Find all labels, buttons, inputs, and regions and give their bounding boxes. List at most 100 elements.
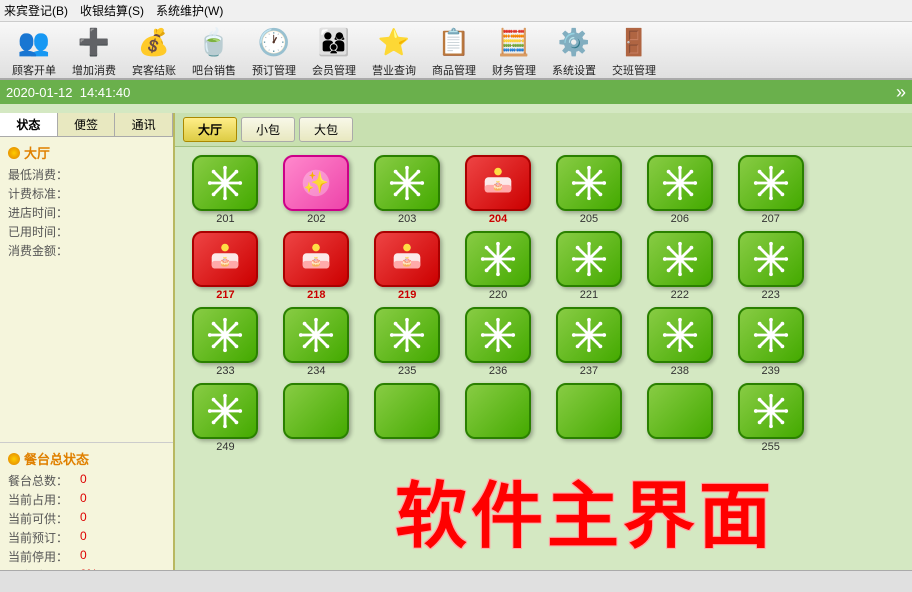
status-title: 餐台总状态 [8, 449, 165, 468]
table-cell-204[interactable]: 🎂 204 [456, 155, 541, 225]
table-cell-252[interactable] [456, 383, 541, 453]
toolbar-btn-cashier[interactable]: 💰 宾客结账 [128, 22, 180, 78]
toolbar-btn-finance[interactable]: 🧮 财务管理 [488, 22, 540, 78]
table-cell-220[interactable]: 220 [456, 231, 541, 301]
status-dot [8, 453, 20, 465]
toolbar-btn-goods[interactable]: 📋 商品管理 [428, 22, 480, 78]
table-cell-255[interactable]: 255 [728, 383, 813, 453]
table-cell-235[interactable]: 235 [365, 307, 450, 377]
used-time-row: 已用时间： [8, 223, 165, 240]
table-icon-203 [374, 155, 440, 211]
table-cell-202[interactable]: ✨ 202 [274, 155, 359, 225]
table-num-255: 255 [762, 441, 780, 453]
main-content: 大厅 小包 大包 201 ✨ [175, 113, 912, 592]
table-cell-251[interactable] [365, 383, 450, 453]
tab-notes[interactable]: 便签 [58, 113, 116, 136]
tab-comms[interactable]: 通讯 [115, 113, 173, 136]
total-tables-label: 餐台总数： [8, 472, 80, 489]
goods-label: 商品管理 [432, 62, 476, 78]
table-num-221: 221 [580, 289, 598, 301]
table-icon-221 [556, 231, 622, 287]
table-num-220: 220 [489, 289, 507, 301]
sub-tab-large[interactable]: 大包 [299, 117, 353, 142]
table-num-239: 239 [762, 365, 780, 377]
svg-text:✨: ✨ [303, 171, 329, 195]
toolbar-btn-member[interactable]: 👨‍👩‍👦 会员管理 [308, 22, 360, 78]
toolbar-btn-bar[interactable]: 🍵 吧台销售 [188, 22, 240, 78]
table-cell-207[interactable]: 207 [728, 155, 813, 225]
goods-icon: 📋 [432, 22, 476, 62]
min-consume-row: 最低消费： [8, 166, 165, 183]
table-cell-203[interactable]: 203 [365, 155, 450, 225]
table-cell-233[interactable]: 233 [183, 307, 268, 377]
finance-label: 财务管理 [492, 62, 536, 78]
table-cell-206[interactable]: 206 [637, 155, 722, 225]
table-cell-201[interactable]: 201 [183, 155, 268, 225]
menu-cashier[interactable]: 收银结算(S) [80, 2, 144, 19]
table-cell-222[interactable]: 222 [637, 231, 722, 301]
table-cell-253[interactable] [547, 383, 632, 453]
sub-tab-hall[interactable]: 大厅 [183, 117, 237, 142]
table-num-205: 205 [580, 213, 598, 225]
table-icon-205 [556, 155, 622, 211]
bottom-bar [0, 570, 912, 592]
sub-tab-small[interactable]: 小包 [241, 117, 295, 142]
table-icon-218: 🎂 [283, 231, 349, 287]
table-num-223: 223 [762, 289, 780, 301]
table-icon-236 [465, 307, 531, 363]
table-cell-217[interactable]: 🎂 217 [183, 231, 268, 301]
toolbar-btn-customer[interactable]: 👥 顾客开单 [8, 22, 60, 78]
charge-std-label: 计费标准： [8, 185, 73, 202]
menu-system[interactable]: 系统维护(W) [156, 2, 223, 19]
table-cell-237[interactable]: 237 [547, 307, 632, 377]
tab-status[interactable]: 状态 [0, 113, 58, 136]
table-icon-255 [738, 383, 804, 439]
table-num-233: 233 [216, 365, 234, 377]
table-icon-217: 🎂 [192, 231, 258, 287]
table-cell-234[interactable]: 234 [274, 307, 359, 377]
occupied-row: 当前占用： 0 [8, 491, 165, 508]
table-num-217: 217 [216, 289, 234, 301]
bar-label: 吧台销售 [192, 62, 236, 78]
bar-icon: 🍵 [192, 22, 236, 62]
table-icon-254 [647, 383, 713, 439]
table-icon-206 [647, 155, 713, 211]
table-cell-239[interactable]: 239 [728, 307, 813, 377]
table-cell-254[interactable] [637, 383, 722, 453]
table-cell-218[interactable]: 🎂 218 [274, 231, 359, 301]
table-num-207: 207 [762, 213, 780, 225]
menu-guest[interactable]: 来宾登记(B) [4, 2, 68, 19]
toolbar-btn-settings[interactable]: ⚙️ 系统设置 [548, 22, 600, 78]
table-icon-253 [556, 383, 622, 439]
settings-icon: ⚙️ [552, 22, 596, 62]
table-icon-238 [647, 307, 713, 363]
table-cell-250[interactable] [274, 383, 359, 453]
table-num-234: 234 [307, 365, 325, 377]
table-cell-223[interactable]: 223 [728, 231, 813, 301]
table-icon-233 [192, 307, 258, 363]
table-cell-219[interactable]: 🎂 219 [365, 231, 450, 301]
expand-arrow[interactable]: » [896, 82, 906, 103]
add-label: 增加消费 [72, 62, 116, 78]
toolbar-btn-add[interactable]: ➕ 增加消费 [68, 22, 120, 78]
table-cell-249[interactable]: 249 [183, 383, 268, 453]
table-icon-251 [374, 383, 440, 439]
table-cell-205[interactable]: 205 [547, 155, 632, 225]
table-icon-204: 🎂 [465, 155, 531, 211]
toolbar-btn-handover[interactable]: 🚪 交班管理 [608, 22, 660, 78]
table-cell-empty-1 [819, 231, 904, 301]
total-label: 消费金额： [8, 242, 73, 259]
toolbar-btn-booking[interactable]: 🕐 预订管理 [248, 22, 300, 78]
handover-label: 交班管理 [612, 62, 656, 78]
customer-label: 顾客开单 [12, 62, 56, 78]
table-icon-252 [465, 383, 531, 439]
table-icon-249 [192, 383, 258, 439]
finance-icon: 🧮 [492, 22, 536, 62]
toolbar-btn-sales[interactable]: ⭐ 营业查询 [368, 22, 420, 78]
table-cell-221[interactable]: 221 [547, 231, 632, 301]
hall-title: 大厅 [8, 143, 165, 162]
table-cell-238[interactable]: 238 [637, 307, 722, 377]
table-icon-202: ✨ [283, 155, 349, 211]
menu-bar: 来宾登记(B) 收银结算(S) 系统维护(W) [0, 0, 912, 22]
table-cell-236[interactable]: 236 [456, 307, 541, 377]
